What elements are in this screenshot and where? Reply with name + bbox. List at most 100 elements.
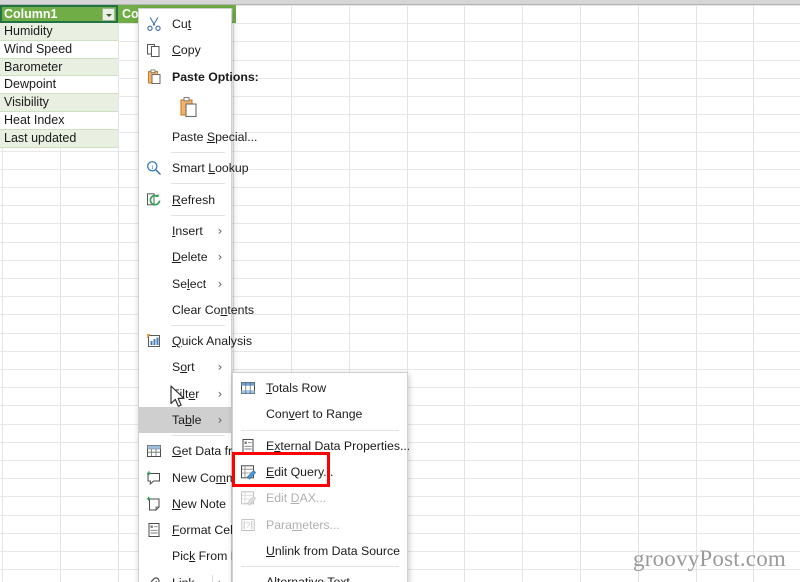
menu-item-format-cells[interactable]: Format Cells... [139, 517, 252, 543]
menu-item-clear-contents[interactable]: Clear Contents [139, 297, 254, 323]
quick-analysis-icon [139, 330, 169, 352]
menu-item-label: Table [172, 413, 202, 427]
grid-column-line [638, 0, 639, 582]
grid-row-line [0, 169, 800, 170]
edit-dax-icon [233, 487, 263, 509]
menu-item-label: Delete [172, 250, 208, 265]
submenu-item-alternative-text[interactable]: Alternative Text... [233, 569, 407, 582]
menu-item-divider [212, 574, 213, 582]
menu-item-quick-analysis[interactable]: Quick Analysis [139, 328, 252, 354]
submenu-item-unlink-from-data-source[interactable]: Unlink from Data Source [233, 538, 407, 564]
external-data-icon [233, 435, 263, 457]
submenu-item-label: Edit DAX... [266, 491, 327, 506]
submenu-item-totals-row[interactable]: Totals Row [233, 375, 407, 401]
menu-item-new-comment[interactable]: New Comment [139, 464, 253, 490]
submenu-item-edit-dax: Edit DAX... [233, 485, 407, 511]
menu-item-new-note[interactable]: New Note [139, 491, 231, 517]
menu-item-cut[interactable]: Cut [139, 11, 231, 37]
menu-item-copy[interactable]: Copy [139, 37, 231, 63]
link-icon [139, 572, 169, 582]
submenu-item-label: Totals Row [266, 381, 327, 396]
menu-item-refresh[interactable]: Refresh [139, 186, 231, 212]
grid-row-line [0, 351, 800, 352]
table-row[interactable]: Humidity [0, 23, 118, 41]
menu-item-get-data-from-sheet[interactable]: Get Data from Sheet... [139, 438, 295, 464]
table-submenu[interactable]: Totals Row Convert to Range External Data … [232, 372, 411, 582]
menu-item-icon-slot [139, 220, 169, 242]
svg-text:i: i [151, 164, 153, 171]
grid-row-line [0, 278, 800, 279]
menu-item-label: Cut [172, 17, 192, 32]
grid-row-line [0, 369, 800, 370]
chevron-right-icon: › [217, 250, 223, 265]
submenu-item-label: External Data Properties... [266, 438, 411, 453]
table-row[interactable]: Barometer [0, 58, 118, 77]
grid-column-line [118, 0, 119, 582]
grid-row-line [0, 60, 800, 61]
chevron-right-icon: › [217, 276, 223, 291]
edit-query-icon [233, 461, 263, 483]
submenu-item-label: Convert to Range [266, 407, 363, 422]
grid-row-line [0, 23, 800, 24]
grid-column-line [696, 0, 697, 582]
paste-option-icon[interactable] [139, 90, 231, 124]
menu-item-table[interactable]: Table › [139, 406, 231, 434]
submenu-item-icon-slot [233, 540, 263, 562]
grid-column-line [580, 0, 581, 582]
menu-item-icon-slot [139, 383, 169, 405]
menu-item-icon-slot [139, 356, 169, 378]
table-header-cell-column1[interactable]: Column1 [0, 5, 118, 23]
chevron-right-icon: › [217, 386, 223, 401]
submenu-item-edit-query[interactable]: Edit Query... [233, 459, 407, 485]
new-comment-icon [139, 467, 169, 489]
menu-item-link[interactable]: Link› [139, 570, 231, 582]
grid-row-line [0, 151, 800, 152]
grid-row-line [0, 296, 800, 297]
menu-item-icon-slot [139, 126, 169, 148]
format-cells-icon [139, 519, 169, 541]
context-menu[interactable]: Cut Copy Paste Options: Paste Special... i Sm… [138, 8, 324, 582]
submenu-item-convert-to-range[interactable]: Convert to Range [233, 401, 407, 427]
grid-row-line [0, 242, 800, 243]
grid-row-line [0, 96, 800, 97]
menu-separator [171, 435, 225, 437]
table-row[interactable]: Visibility [0, 94, 118, 112]
table-row[interactable]: Heat Index [0, 111, 118, 130]
scissors-icon [139, 13, 169, 35]
menu-item-label: Select [172, 276, 207, 291]
chevron-right-icon: › [217, 360, 223, 375]
menu-item-paste-special[interactable]: Paste Special... [139, 124, 257, 150]
chevron-right-icon: › [213, 576, 227, 582]
table-row[interactable]: Wind Speed [0, 40, 118, 59]
excel-table[interactable]: Column1 Humidity Wind Speed Barometer Dewpo… [0, 5, 118, 148]
table-row[interactable]: Dewpoint [0, 76, 118, 95]
menu-separator [171, 324, 225, 326]
grid-column-line [522, 0, 523, 582]
submenu-item-external-data-properties[interactable]: External Data Properties... [233, 433, 411, 459]
menu-item-pick-from-drop-down-list[interactable]: Pick From Drop-down List... [139, 543, 324, 569]
get-data-icon [139, 440, 169, 462]
grid-row-line [0, 314, 800, 315]
svg-text:?: ? [246, 521, 251, 530]
menu-separator [171, 183, 225, 185]
menu-item-label: Smart Lookup [172, 161, 249, 176]
filter-dropdown-icon[interactable] [102, 8, 115, 21]
grid-row-line [0, 205, 800, 206]
grid-row-line [0, 41, 800, 42]
menu-item-select[interactable]: Select › [139, 270, 231, 296]
menu-item-insert[interactable]: Insert › [139, 218, 231, 244]
menu-item-icon-slot [139, 545, 169, 567]
grid-row-line [0, 132, 800, 133]
parameters-icon: ? [233, 514, 263, 536]
menu-item-delete[interactable]: Delete › [139, 244, 231, 270]
menu-item-sort[interactable]: Sort › [139, 354, 231, 380]
menu-item-label: Paste Special... [172, 130, 258, 145]
grid-row-line [0, 114, 800, 115]
menu-item-smart-lookup[interactable]: i Smart Lookup [139, 155, 249, 181]
menu-item-paste-options[interactable]: Paste Options: [139, 64, 259, 90]
menu-item-label: Sort [172, 360, 195, 375]
chevron-right-icon: › [217, 223, 223, 238]
table-row[interactable]: Last updated [0, 129, 118, 148]
submenu-separator [241, 429, 399, 431]
menu-item-icon-slot [139, 409, 169, 431]
